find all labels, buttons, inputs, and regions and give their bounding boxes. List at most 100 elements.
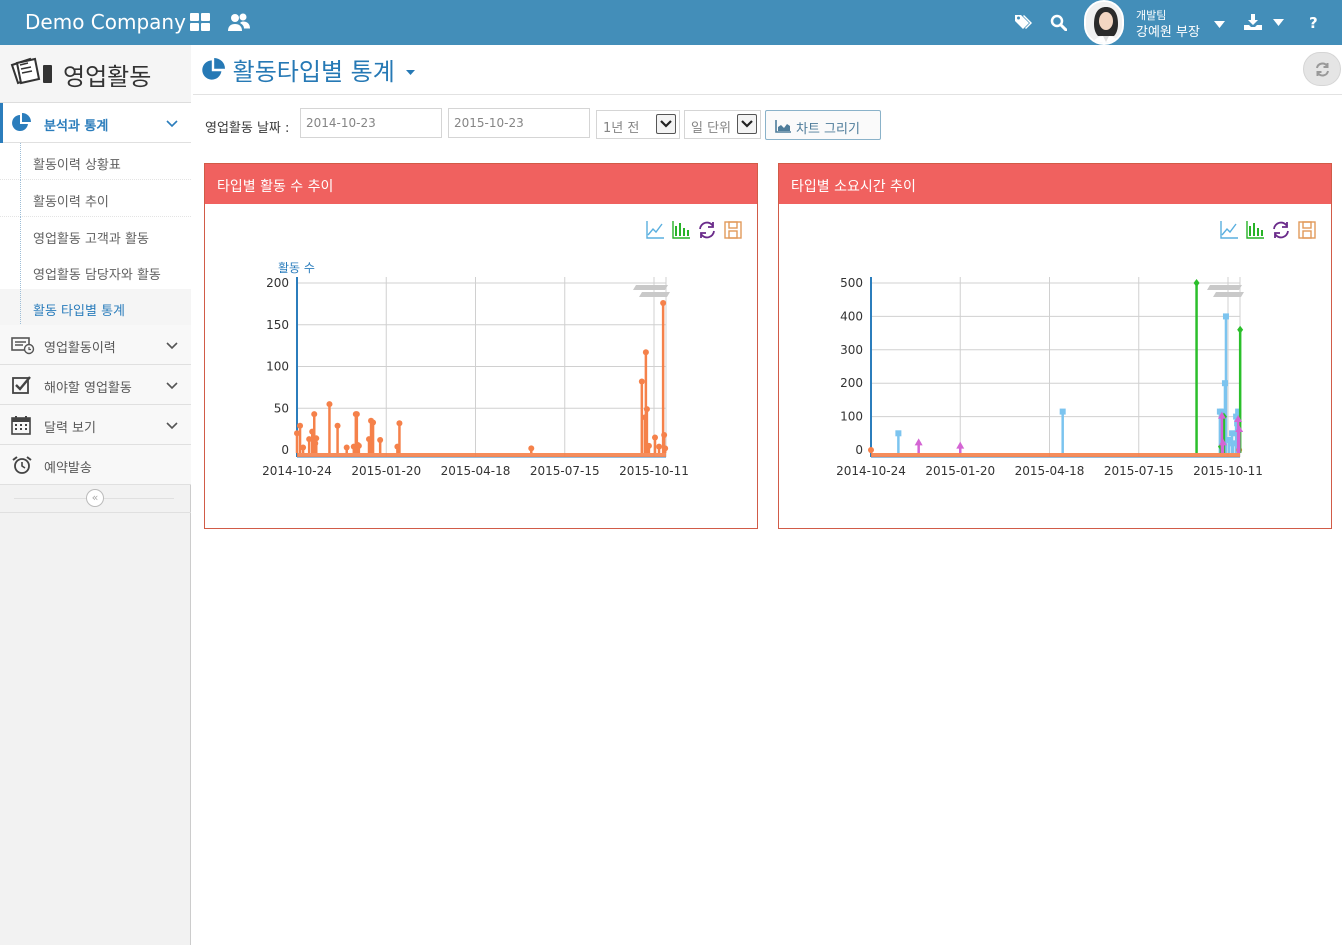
page-title-text: 활동타입별 통계	[232, 58, 395, 86]
help-icon[interactable]: ?	[1309, 14, 1319, 30]
menu-activity-history[interactable]: 영업활동이력	[0, 325, 191, 365]
double-chevron-left-icon[interactable]: «	[86, 489, 104, 507]
data-point	[396, 420, 403, 427]
sidebar: 영업활동 분석과 통계 활동이력 상황표 활동이력 추이 영업활동 고객과 활동…	[0, 45, 191, 945]
y-tick-label: 0	[855, 443, 863, 457]
y-tick-label: 200	[266, 276, 289, 290]
data-point	[313, 435, 320, 442]
search-icon[interactable]	[1050, 14, 1067, 31]
divider	[193, 94, 1342, 95]
svg-text:?: ?	[1309, 14, 1318, 30]
sales-docs-icon	[9, 57, 55, 91]
data-point	[661, 431, 668, 438]
data-point	[353, 411, 360, 418]
sidebar-title: 영업활동	[63, 63, 152, 91]
data-point	[528, 445, 535, 452]
page-title[interactable]: 활동타입별 통계	[201, 52, 416, 86]
data-point	[662, 445, 669, 452]
data-point	[300, 444, 307, 451]
y-tick-label: 500	[840, 276, 863, 290]
submenu-label: 활동이력 상황표	[33, 158, 121, 173]
y-axis-title: 활동 수	[278, 261, 315, 275]
draw-chart-button[interactable]: 차트 그리기	[765, 110, 881, 140]
data-point	[642, 349, 649, 356]
chevron-down-icon	[166, 117, 178, 132]
series-1	[868, 447, 1243, 453]
data-point	[326, 401, 333, 408]
users-group-icon[interactable]	[227, 12, 251, 32]
menu-label: 해야할 영업활동	[44, 381, 132, 396]
period-select[interactable]: 1년 전	[596, 110, 680, 139]
grid-apps-icon[interactable]	[190, 13, 211, 33]
data-point	[1237, 325, 1244, 334]
y-tick-label: 200	[840, 376, 863, 390]
checkbox-icon	[11, 375, 33, 395]
data-point	[1222, 313, 1229, 320]
x-tick-label: 2014-10-24	[836, 464, 906, 478]
unit-select-value: 일 단위	[691, 121, 732, 136]
submenu-label: 활동이력 추이	[33, 195, 109, 210]
download-icon[interactable]	[1244, 14, 1262, 30]
data-point	[311, 411, 318, 418]
submenu-label: 영업활동 고객과 활동	[33, 232, 149, 247]
unit-select[interactable]: 일 단위	[684, 110, 761, 139]
menu-analysis[interactable]: 분석과 통계	[0, 103, 191, 143]
data-point	[355, 442, 362, 449]
data-point	[868, 447, 874, 453]
x-tick-label: 2015-07-15	[1104, 464, 1174, 478]
brand-name[interactable]: Demo Company	[25, 10, 186, 34]
y-tick-label: 400	[840, 309, 863, 323]
menu-label: 예약발송	[44, 461, 92, 476]
area-chart-icon	[775, 120, 791, 137]
activity-count-chart[interactable]: 2014-10-24 2015-01-20 2015-04-18 2015-07-15…	[205, 204, 757, 526]
draw-chart-label: 차트 그리기	[796, 122, 860, 137]
data-point	[297, 422, 304, 429]
menu-label: 영업활동이력	[44, 341, 116, 356]
start-date-input[interactable]	[300, 108, 442, 138]
data-point	[956, 441, 965, 449]
menu-calendar[interactable]: 달력 보기	[0, 405, 191, 445]
tags-icon[interactable]	[1014, 13, 1032, 31]
panel-header: 타입별 소요시간 추이	[779, 164, 1331, 204]
data-point	[1059, 408, 1066, 415]
x-tick-label: 2015-04-18	[1015, 464, 1085, 478]
submenu-activity-trend[interactable]: 활동이력 추이	[0, 180, 191, 217]
x-tick-label: 2015-04-18	[441, 464, 511, 478]
menu-scheduled-send[interactable]: 예약발송	[0, 445, 191, 485]
chevron-down-icon[interactable]	[1273, 19, 1284, 27]
refresh-icon	[1315, 62, 1330, 81]
data-point	[638, 378, 645, 385]
y-tick-label: 150	[266, 318, 289, 332]
refresh-button[interactable]	[1303, 52, 1341, 86]
y-tick-label: 0	[281, 443, 289, 457]
submenu-activity-status[interactable]: 활동이력 상황표	[0, 143, 191, 180]
date-filter-label: 영업활동 날짜 :	[205, 121, 290, 136]
user-menu[interactable]: 개발팀 강예원 부장	[1083, 0, 1233, 45]
y-tick-label: 50	[274, 401, 289, 415]
data-point	[377, 436, 384, 443]
alarm-clock-icon	[11, 455, 33, 475]
baseline-series	[297, 453, 666, 457]
x-tick-label: 2014-10-24	[262, 464, 332, 478]
history-list-icon	[11, 335, 35, 355]
menu-todo-activity[interactable]: 해야할 영업활동	[0, 365, 191, 405]
submenu-manager-activity[interactable]: 영업활동 담당자와 활동	[0, 253, 191, 290]
menu-label: 달력 보기	[44, 421, 96, 436]
end-date-input[interactable]	[448, 108, 590, 138]
panel-title: 타입별 소요시간 추이	[791, 179, 916, 195]
y-tick-label: 300	[840, 343, 863, 357]
period-select-value: 1년 전	[603, 121, 640, 136]
x-tick-label: 2015-10-11	[1193, 464, 1263, 478]
submenu-customer-activity[interactable]: 영업활동 고객과 활동	[0, 217, 191, 254]
series-3	[914, 411, 1244, 453]
duration-chart[interactable]: 2014-10-24 2015-01-20 2015-04-18 2015-07-15…	[779, 204, 1331, 526]
submenu-label: 영업활동 담당자와 활동	[33, 268, 161, 283]
y-tick-label: 100	[266, 360, 289, 374]
panel-header: 타입별 활동 수 추이	[205, 164, 757, 204]
x-tick-label: 2015-07-15	[530, 464, 600, 478]
data-point	[656, 443, 663, 450]
submenu-type-statistics[interactable]: 활동 타입별 통계	[0, 289, 191, 326]
x-tick-label: 2015-10-11	[619, 464, 689, 478]
data-point	[645, 442, 652, 449]
datazoom-handle-icon	[633, 285, 670, 297]
